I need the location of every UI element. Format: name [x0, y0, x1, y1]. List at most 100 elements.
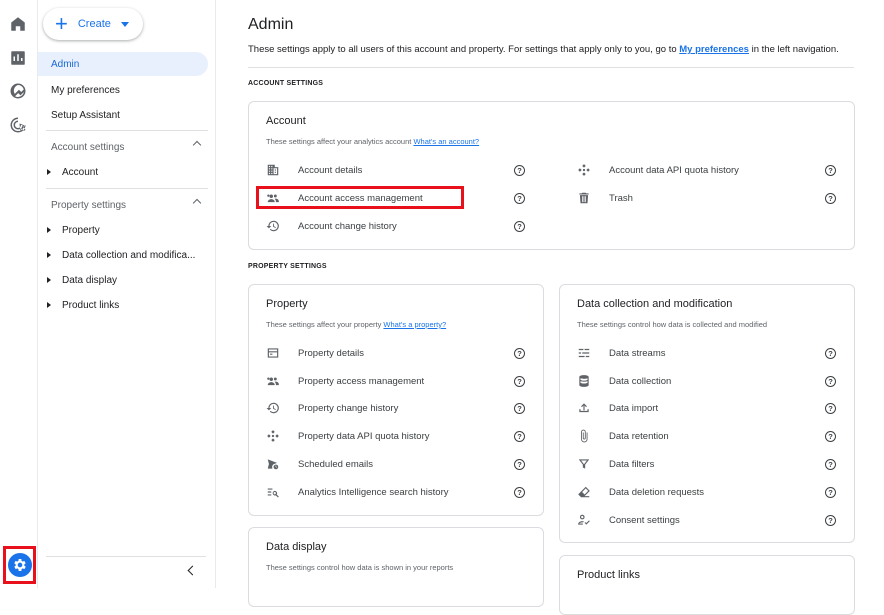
nav-divider [46, 188, 208, 189]
whats-an-account-link[interactable]: What's an account? [413, 137, 479, 146]
gear-icon [7, 553, 32, 577]
api-icon [577, 163, 591, 177]
nav-sub-account[interactable]: Account [38, 161, 210, 183]
account-data-api-quota-history-row[interactable]: Account data API quota history [577, 160, 739, 180]
admin-button[interactable] [3, 546, 36, 584]
property-access-management-row[interactable]: Property access management [266, 371, 424, 391]
expand-arrow-icon [47, 227, 51, 233]
help-icon[interactable]: ? [514, 221, 525, 232]
building-icon [266, 163, 280, 177]
expand-arrow-icon [47, 302, 51, 308]
admin-nav-panel: + Create Admin My preferences Setup Assi… [38, 0, 216, 588]
reports-icon[interactable] [9, 49, 27, 67]
database-icon [577, 374, 591, 388]
help-icon[interactable]: ? [514, 376, 525, 387]
page-subtitle: These settings apply to all users of thi… [248, 44, 839, 55]
scheduled-emails-row[interactable]: Scheduled emails [266, 454, 373, 474]
data-import-row[interactable]: Data import [577, 398, 658, 418]
card-title: Property [266, 298, 308, 310]
nav-sub-property[interactable]: Property [38, 219, 210, 241]
help-icon[interactable]: ? [825, 515, 836, 526]
row-label: Consent settings [609, 514, 680, 526]
home-icon[interactable] [9, 15, 27, 33]
chevron-up-icon [192, 140, 202, 150]
nav-sub-data-collection[interactable]: Data collection and modifica... [38, 244, 210, 266]
expand-arrow-icon [47, 252, 51, 258]
create-label: Create [77, 18, 111, 30]
card-subtitle: These settings affect your analytics acc… [266, 137, 479, 146]
details-icon [266, 346, 280, 360]
row-label: Trash [609, 192, 633, 204]
product-links-card: Product links [559, 555, 855, 615]
property-change-history-row[interactable]: Property change history [266, 398, 398, 418]
search-list-icon [266, 485, 280, 499]
help-icon[interactable]: ? [825, 165, 836, 176]
help-icon[interactable]: ? [825, 487, 836, 498]
data-retention-row[interactable]: Data retention [577, 426, 669, 446]
create-button[interactable]: + Create [43, 8, 143, 40]
data-filters-row[interactable]: Data filters [577, 454, 654, 474]
row-label: Analytics Intelligence search history [298, 486, 449, 498]
help-icon[interactable]: ? [825, 459, 836, 470]
help-icon[interactable]: ? [825, 348, 836, 359]
row-label: Data streams [609, 347, 666, 359]
nav-section-account-settings[interactable]: Account settings [38, 135, 208, 159]
nav-item-setup-assistant[interactable]: Setup Assistant [38, 103, 208, 127]
data-collection-row[interactable]: Data collection [577, 371, 671, 391]
help-icon[interactable]: ? [514, 403, 525, 414]
data-deletion-requests-row[interactable]: Data deletion requests [577, 482, 704, 502]
advertising-icon[interactable] [9, 116, 27, 134]
api-icon [266, 429, 280, 443]
row-label: Data deletion requests [609, 486, 705, 498]
help-icon[interactable]: ? [514, 431, 525, 442]
trash-row[interactable]: Trash [577, 188, 633, 208]
analytics-intelligence-search-history-row[interactable]: Analytics Intelligence search history [266, 482, 449, 502]
card-subtitle-text: These settings affect your property [266, 320, 384, 329]
row-label: Account change history [298, 220, 397, 232]
nav-item-my-preferences[interactable]: My preferences [38, 78, 208, 102]
highlight-box [256, 186, 464, 209]
property-details-row[interactable]: Property details [266, 343, 364, 363]
card-title: Account [266, 115, 306, 127]
nav-sub-product-links[interactable]: Product links [38, 294, 210, 316]
property-data-api-quota-history-row[interactable]: Property data API quota history [266, 426, 430, 446]
whats-a-property-link[interactable]: What's a property? [383, 320, 446, 329]
help-icon[interactable]: ? [514, 487, 525, 498]
collapse-nav-chevron-left-icon[interactable] [186, 566, 196, 576]
help-icon[interactable]: ? [514, 165, 525, 176]
section-label-property-settings: PROPERTY SETTINGS [248, 263, 327, 270]
person-check-icon [577, 513, 591, 527]
nav-item-admin[interactable]: Admin [38, 52, 208, 76]
row-label: Account data API quota history [609, 164, 739, 176]
trash-icon [577, 191, 591, 205]
nav-sub-label: Property [62, 224, 100, 236]
consent-settings-row[interactable]: Consent settings [577, 510, 680, 530]
account-details-row[interactable]: Account details [266, 160, 362, 180]
nav-section-property-settings[interactable]: Property settings [38, 193, 208, 217]
help-icon[interactable]: ? [825, 376, 836, 387]
scheduled-send-icon [266, 457, 280, 471]
help-icon[interactable]: ? [514, 459, 525, 470]
my-preferences-link[interactable]: My preferences [679, 44, 749, 55]
help-icon[interactable]: ? [514, 348, 525, 359]
nav-sub-label: Account [62, 166, 99, 178]
help-icon[interactable]: ? [514, 193, 525, 204]
page-subtitle-text-end: in the left navigation. [748, 44, 839, 55]
nav-sub-label: Data display [62, 274, 118, 286]
help-icon[interactable]: ? [825, 431, 836, 442]
account-card: Account These settings affect your analy… [248, 101, 855, 250]
row-label: Scheduled emails [298, 458, 373, 470]
help-icon[interactable]: ? [825, 403, 836, 414]
chevron-up-icon [192, 198, 202, 208]
explore-icon[interactable] [9, 82, 27, 100]
nav-section-label: Property settings [51, 199, 127, 211]
data-streams-row[interactable]: Data streams [577, 343, 666, 363]
divider [248, 67, 854, 68]
account-change-history-row[interactable]: Account change history [266, 216, 397, 236]
upload-icon [577, 401, 591, 415]
property-card: Property These settings affect your prop… [248, 284, 544, 516]
nav-sub-data-display[interactable]: Data display [38, 269, 210, 291]
expand-arrow-icon [47, 169, 51, 175]
help-icon[interactable]: ? [825, 193, 836, 204]
data-display-card: Data display These settings control how … [248, 527, 544, 607]
